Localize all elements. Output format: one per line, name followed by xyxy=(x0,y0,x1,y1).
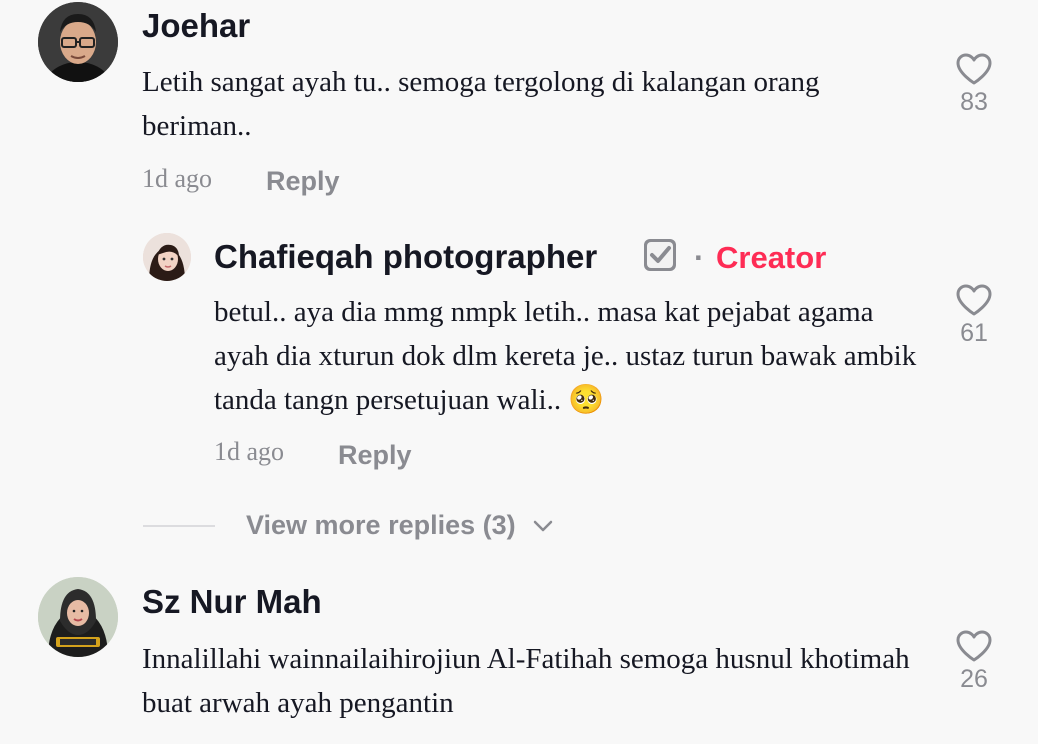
heart-icon xyxy=(956,630,992,662)
like-count: 61 xyxy=(960,319,988,347)
verified-check-icon xyxy=(644,239,676,271)
comment-timestamp: 1d ago xyxy=(142,164,213,193)
reply-button[interactable]: Reply xyxy=(266,166,340,197)
reply-text: betul.. aya dia mmg nmpk letih.. masa ka… xyxy=(214,296,917,416)
avatar[interactable] xyxy=(38,2,118,82)
like-button[interactable]: 83 xyxy=(944,52,1004,117)
like-count: 26 xyxy=(960,665,988,693)
heart-icon xyxy=(956,284,992,316)
comment-username[interactable]: Joehar xyxy=(142,9,250,42)
comment-username[interactable]: Sz Nur Mah xyxy=(142,585,322,618)
like-count: 83 xyxy=(960,88,988,116)
view-more-replies-button[interactable]: View more replies (3) xyxy=(246,510,554,541)
like-button[interactable]: 61 xyxy=(944,283,1004,348)
comment-sz-nur-mah: Sz Nur Mah Innalillahi wainnailaihirojiu… xyxy=(0,560,1038,744)
comment-text: Innalillahi wainnailaihirojiun Al-Fatiha… xyxy=(142,643,910,719)
divider xyxy=(143,525,215,527)
heart-icon xyxy=(956,53,992,85)
comment-joehar: Joehar Letih sangat ayah tu.. semoga ter… xyxy=(0,0,1038,540)
avatar[interactable] xyxy=(38,577,118,657)
reply-timestamp: 1d ago xyxy=(214,437,285,466)
reply-username[interactable]: Chafieqah photographer xyxy=(214,240,597,273)
creator-separator: · xyxy=(694,240,705,275)
creator-badge: Creator xyxy=(716,240,827,275)
view-more-replies-label: View more replies (3) xyxy=(246,510,516,540)
comment-text: Letih sangat ayah tu.. semoga tergolong … xyxy=(142,66,820,142)
avatar[interactable] xyxy=(143,233,191,281)
reply-button[interactable]: Reply xyxy=(338,440,412,471)
chevron-down-icon xyxy=(533,520,552,531)
like-button[interactable]: 26 xyxy=(944,629,1004,694)
